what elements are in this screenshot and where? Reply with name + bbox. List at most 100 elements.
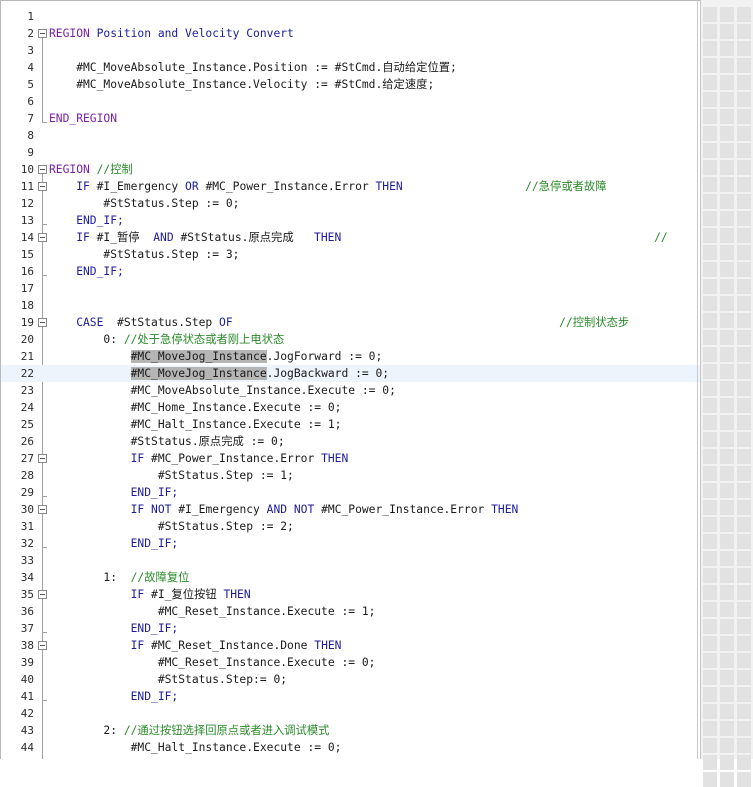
code-text: #StStatus.原点完成 := 0; <box>49 433 285 450</box>
collapse-icon[interactable] <box>38 233 47 242</box>
code-line[interactable]: 32 END_IF; <box>1 535 700 552</box>
side-panel-cell <box>737 738 751 753</box>
code-line[interactable]: 19 CASE #StStatus.Step OF //控制状态步 <box>1 314 700 331</box>
side-panel-cell <box>737 449 751 464</box>
collapse-icon[interactable] <box>38 182 47 191</box>
code-token: .JogForward := 0; <box>266 350 383 363</box>
code-line[interactable]: 13 END_IF; <box>1 212 700 229</box>
side-panel-cell <box>720 636 734 651</box>
code-line[interactable]: 25 #MC_Halt_Instance.Execute := 1; <box>1 416 700 433</box>
side-panel-cell <box>720 466 734 481</box>
code-text: #StStatus.Step:= 0; <box>49 671 287 688</box>
line-number: 17 <box>20 282 34 295</box>
code-line[interactable]: 38 IF #MC_Reset_Instance.Done THEN <box>1 637 700 654</box>
side-panel-cell <box>737 687 751 702</box>
code-text: #MC_MoveAbsolute_Instance.Execute := 0; <box>49 382 396 399</box>
collapse-icon[interactable] <box>38 505 47 514</box>
code-text: END_IF; <box>49 620 179 637</box>
code-line[interactable]: 16 END_IF; <box>1 263 700 280</box>
code-line[interactable]: 30 IF NOT #I_Emergency AND NOT #MC_Power… <box>1 501 700 518</box>
code-line[interactable]: 41 END_IF; <box>1 688 700 705</box>
code-line[interactable]: 5 #MC_MoveAbsolute_Instance.Velocity := … <box>1 76 700 93</box>
code-line[interactable]: 40 #StStatus.Step:= 0; <box>1 671 700 688</box>
side-panel-cell <box>720 517 734 532</box>
code-line[interactable]: 42 <box>1 705 700 722</box>
code-keyword: END_IF; <box>49 265 124 278</box>
code-line[interactable]: 12 #StStatus.Step := 0; <box>1 195 700 212</box>
code-keyword: END_IF; <box>49 690 179 703</box>
line-number: 29 <box>20 486 34 499</box>
side-panel-cell <box>703 517 717 532</box>
side-panel-cell <box>737 551 751 566</box>
code-comment: //故障复位 <box>130 571 190 584</box>
code-text: REGION Position and Velocity Convert <box>49 25 294 42</box>
side-panel-cell <box>720 177 734 192</box>
code-keyword: THEN <box>223 588 251 601</box>
side-panel-cell <box>703 262 717 277</box>
code-line[interactable]: 37 END_IF; <box>1 620 700 637</box>
code-line[interactable]: 15 #StStatus.Step := 3; <box>1 246 700 263</box>
code-token: #I_暂停 <box>96 231 154 244</box>
code-token: #MC_MoveAbsolute_Instance.Execute := 0; <box>49 384 396 397</box>
code-comment: //控制 <box>89 163 133 176</box>
collapse-icon[interactable] <box>38 454 47 463</box>
code-line[interactable]: 24 #MC_Home_Instance.Execute := 0; <box>1 399 700 416</box>
code-line[interactable]: 21 #MC_MoveJog_Instance.JogForward := 0; <box>1 348 700 365</box>
code-line[interactable]: 9 <box>1 144 700 161</box>
code-line[interactable]: 44 #MC_Halt_Instance.Execute := 0; <box>1 739 700 756</box>
side-panel-cell <box>720 704 734 719</box>
code-line[interactable]: 3 <box>1 42 700 59</box>
collapse-icon[interactable] <box>38 165 47 174</box>
code-line[interactable]: 1 <box>1 8 700 25</box>
code-line[interactable]: 4 #MC_MoveAbsolute_Instance.Position := … <box>1 59 700 76</box>
code-token: #StStatus.Step := 2; <box>49 520 294 533</box>
code-line[interactable]: 22 #MC_MoveJog_Instance.JogBackward := 0… <box>1 365 700 382</box>
code-token: 0: <box>49 333 124 346</box>
collapse-icon[interactable] <box>38 641 47 650</box>
code-line[interactable]: 36 #MC_Reset_Instance.Execute := 1; <box>1 603 700 620</box>
side-panel-cell <box>720 58 734 73</box>
code-keyword: END_IF; <box>49 537 179 550</box>
side-panel-cell <box>703 92 717 107</box>
side-panel-cell <box>720 41 734 56</box>
code-line[interactable]: 17 <box>1 280 700 297</box>
side-panel-cell <box>703 619 717 634</box>
code-line[interactable]: 7 END_REGION <box>1 110 700 127</box>
code-line[interactable]: 26 #StStatus.原点完成 := 0; <box>1 433 700 450</box>
line-number: 33 <box>20 554 34 567</box>
code-text: #MC_Home_Instance.Execute := 0; <box>49 399 342 416</box>
side-panel-cell <box>720 534 734 549</box>
code-line[interactable]: 10 REGION //控制 <box>1 161 700 178</box>
code-line[interactable]: 28 #StStatus.Step := 1; <box>1 467 700 484</box>
code-line[interactable]: 14 IF #I_暂停 AND #StStatus.原点完成 THEN // <box>1 229 700 246</box>
collapse-icon[interactable] <box>38 590 47 599</box>
code-line[interactable]: 31 #StStatus.Step := 2; <box>1 518 700 535</box>
code-line[interactable]: 6 <box>1 93 700 110</box>
code-line[interactable]: 43 2: //通过按钮选择回原点或者进入调试模式 <box>1 722 700 739</box>
code-text: END_IF; <box>49 535 179 552</box>
collapse-icon[interactable] <box>38 318 47 327</box>
code-text: 0: //处于急停状态或者刚上电状态 <box>49 331 284 348</box>
collapse-icon[interactable] <box>38 29 47 38</box>
code-line[interactable]: 18 <box>1 297 700 314</box>
code-line[interactable]: 27 IF #MC_Power_Instance.Error THEN <box>1 450 700 467</box>
line-number: 9 <box>27 146 34 159</box>
code-editor[interactable]: 1 2 REGION Position and Velocity Convert 3 4… <box>0 0 700 759</box>
line-number: 16 <box>20 265 34 278</box>
side-panel-cell <box>720 619 734 634</box>
code-line[interactable]: 2 REGION Position and Velocity Convert <box>1 25 700 42</box>
code-keyword: THEN <box>314 639 342 652</box>
code-keyword: END_IF; <box>49 622 179 635</box>
code-line[interactable]: 39 #MC_Reset_Instance.Execute := 0; <box>1 654 700 671</box>
side-panel-cell <box>737 517 751 532</box>
code-line[interactable]: 34 1: //故障复位 <box>1 569 700 586</box>
code-line[interactable]: 20 0: //处于急停状态或者刚上电状态 <box>1 331 700 348</box>
side-panel[interactable] <box>700 0 753 787</box>
code-line[interactable]: 8 <box>1 127 700 144</box>
code-line[interactable]: 35 IF #I_复位按钮 THEN <box>1 586 700 603</box>
code-line[interactable]: 11 IF #I_Emergency OR #MC_Power_Instance… <box>1 178 700 195</box>
side-panel-cell <box>737 500 751 515</box>
code-line[interactable]: 29 END_IF; <box>1 484 700 501</box>
code-line[interactable]: 23 #MC_MoveAbsolute_Instance.Execute := … <box>1 382 700 399</box>
code-line[interactable]: 33 <box>1 552 700 569</box>
